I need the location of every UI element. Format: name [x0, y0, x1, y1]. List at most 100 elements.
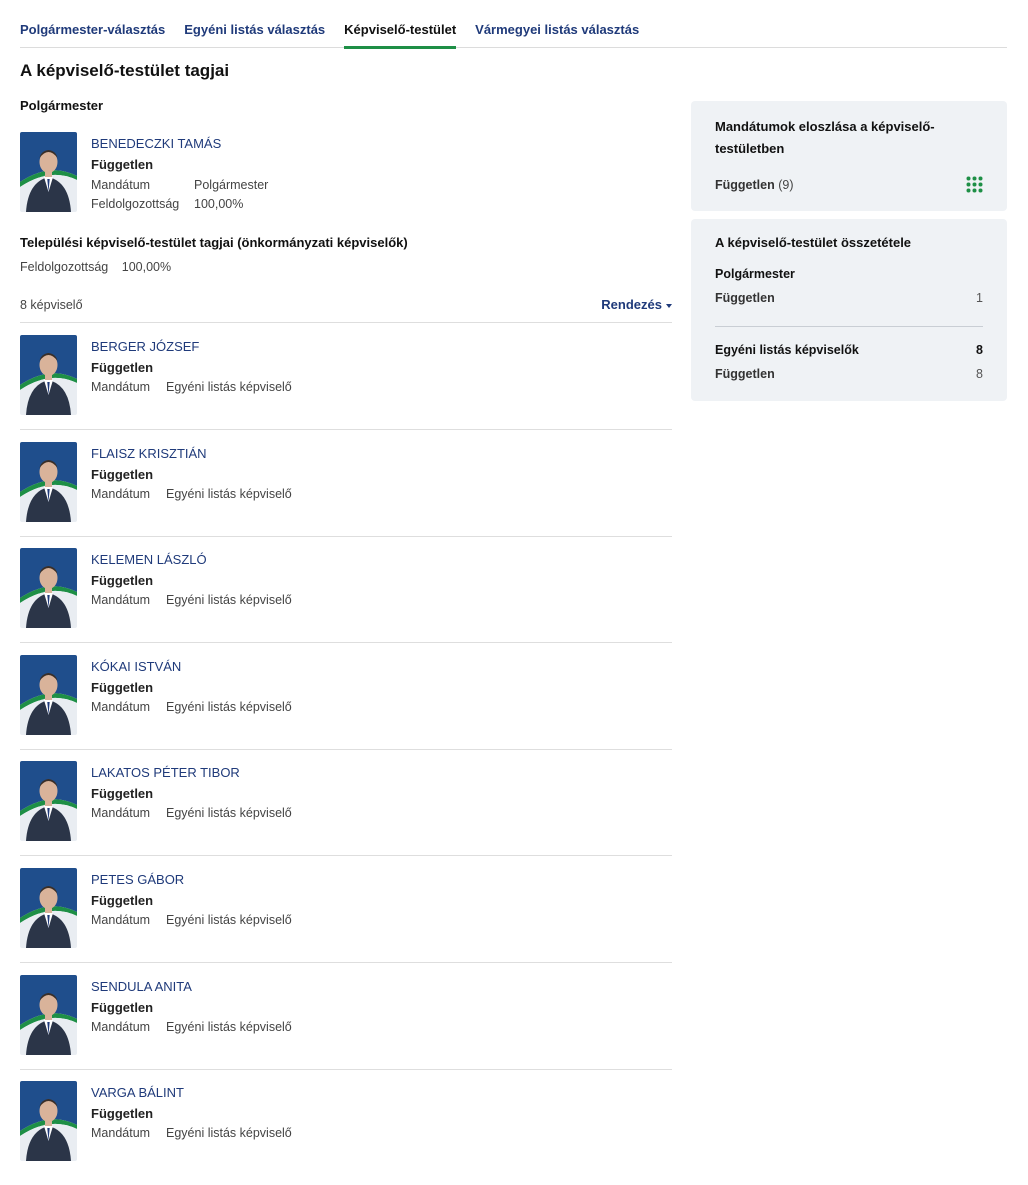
tab-varmegyei-listas-valasztas[interactable]: Vármegyei listás választás: [475, 16, 639, 47]
member-card: SENDULA ANITA Független Mandátum Egyéni lis…: [20, 975, 672, 1057]
mandate-label: Mandátum: [91, 487, 151, 501]
tab-egyeni-listas-valasztas[interactable]: Egyéni listás választás: [184, 16, 325, 47]
member-party: Független: [91, 1106, 154, 1121]
processed-label: Feldolgozottság: [20, 260, 109, 274]
member-photo: [20, 1081, 77, 1161]
member-mandate-row: Mandátum Egyéni listás képviselő: [91, 487, 292, 501]
mandate-label: Mandátum: [91, 178, 151, 192]
divider: [20, 322, 672, 323]
member-name-link[interactable]: FLAISZ KRISZTIÁN: [91, 446, 207, 461]
member-photo: [20, 868, 77, 948]
mandate-value: Egyéni listás képviselő: [166, 1126, 292, 1140]
party-count: 1: [976, 291, 983, 305]
divider: [20, 429, 672, 430]
member-card: VARGA BÁLINT Független Mandátum Egyéni list…: [20, 1081, 672, 1163]
member-party: Független: [91, 786, 154, 801]
member-name-link[interactable]: KELEMEN LÁSZLÓ: [91, 552, 207, 567]
member-mandate-row: Mandátum Egyéni listás képviselő: [91, 806, 292, 820]
mandate-label: Mandátum: [91, 380, 151, 394]
composition-mayor-row: Független 1: [715, 291, 983, 305]
council-processed-row: Feldolgozottság 100,00%: [20, 260, 171, 274]
mandate-value: Polgármester: [194, 178, 269, 192]
grid-dots-icon[interactable]: [966, 176, 983, 193]
processed-value: 100,00%: [121, 260, 172, 274]
composition-mayor-heading: Polgármester: [715, 267, 795, 281]
divider: [715, 326, 983, 327]
member-card: FLAISZ KRISZTIÁN Független Mandátum Egyéni …: [20, 442, 672, 524]
divider: [20, 855, 672, 856]
mayor-name-link[interactable]: BENEDECZKI TAMÁS: [91, 136, 221, 151]
member-mandate-row: Mandátum Egyéni listás képviselő: [91, 380, 292, 394]
member-card: LAKATOS PÉTER TIBOR Független Mandátum Egyé…: [20, 761, 672, 843]
council-heading: Települési képviselő-testület tagjai (ön…: [20, 235, 408, 250]
member-party: Független: [91, 680, 154, 695]
member-name-link[interactable]: BERGER JÓZSEF: [91, 339, 199, 354]
mandate-value: Egyéni listás képviselő: [166, 487, 292, 501]
tab-kepviselo-testulet[interactable]: Képviselő-testület: [344, 16, 456, 49]
processed-value: 100,00%: [194, 197, 244, 211]
member-name-link[interactable]: KÓKAI ISTVÁN: [91, 659, 181, 674]
distribution-row: Független (9): [715, 178, 983, 192]
member-photo: [20, 548, 77, 628]
composition-title: A képviselő-testület összetétele: [715, 235, 912, 250]
mandate-label: Mandátum: [91, 700, 151, 714]
distribution-panel: Mandátumok eloszlása a képviselő-testüle…: [691, 101, 1007, 211]
party-name: Független: [715, 367, 775, 381]
divider: [20, 749, 672, 750]
member-name-link[interactable]: LAKATOS PÉTER TIBOR: [91, 765, 240, 780]
party-name: Független: [715, 291, 775, 305]
member-mandate-row: Mandátum Egyéni listás képviselő: [91, 1020, 292, 1034]
member-card: KÓKAI ISTVÁN Független Mandátum Egyéni list…: [20, 655, 672, 737]
party-name: Független: [715, 178, 775, 192]
mandate-label: Mandátum: [91, 1126, 151, 1140]
mayor-heading: Polgármester: [20, 98, 104, 113]
tab-bar: Polgármester-választás Egyéni listás vál…: [20, 16, 1007, 49]
mandate-label: Mandátum: [91, 913, 151, 927]
list-heading: Egyéni listás képviselők: [715, 343, 859, 357]
member-party: Független: [91, 893, 154, 908]
divider: [20, 536, 672, 537]
member-party: Független: [91, 360, 154, 375]
processed-label: Feldolgozottság: [91, 197, 180, 211]
member-count: 8 képviselő: [20, 298, 83, 312]
composition-panel: A képviselő-testület összetétele Polgárm…: [691, 219, 1007, 401]
mayor-card: BENEDECZKI TAMÁS Független Mandátum Polgá…: [20, 132, 672, 212]
member-photo: [20, 335, 77, 415]
mayor-photo: [20, 132, 77, 212]
member-photo: [20, 442, 77, 522]
member-name-link[interactable]: PETES GÁBOR: [91, 872, 184, 887]
member-mandate-row: Mandátum Egyéni listás képviselő: [91, 593, 292, 607]
member-card: KELEMEN LÁSZLÓ Független Mandátum Egyéni li…: [20, 548, 672, 630]
member-party: Független: [91, 1000, 154, 1015]
member-photo: [20, 655, 77, 735]
distribution-title: Mandátumok eloszlása a képviselő-testüle…: [715, 119, 935, 156]
member-photo: [20, 975, 77, 1055]
mandate-value: Egyéni listás képviselő: [166, 593, 292, 607]
member-name-link[interactable]: SENDULA ANITA: [91, 979, 192, 994]
member-party: Független: [91, 573, 154, 588]
member-party: Független: [91, 467, 154, 482]
mandate-label: Mandátum: [91, 1020, 151, 1034]
member-mandate-row: Mandátum Egyéni listás képviselő: [91, 700, 292, 714]
tab-polgarmester-valasztas[interactable]: Polgármester-választás: [20, 16, 165, 47]
mandate-value: Egyéni listás képviselő: [166, 380, 292, 394]
sort-dropdown[interactable]: Rendezés: [601, 297, 672, 312]
composition-list-heading-row: Egyéni listás képviselők 8: [715, 343, 983, 357]
mayor-mandate-row: Mandátum Polgármester: [91, 178, 268, 192]
caret-down-icon: [666, 303, 672, 308]
mandate-value: Egyéni listás képviselő: [166, 1020, 292, 1034]
party-count: (9): [778, 178, 794, 192]
member-mandate-row: Mandátum Egyéni listás képviselő: [91, 913, 292, 927]
mandate-value: Egyéni listás képviselő: [166, 806, 292, 820]
party-count: 8: [976, 367, 983, 381]
divider: [20, 1069, 672, 1070]
sort-label: Rendezés: [601, 297, 662, 312]
mandate-label: Mandátum: [91, 593, 151, 607]
list-total: 8: [976, 343, 983, 357]
page-title: A képviselő-testület tagjai: [20, 61, 230, 80]
member-photo: [20, 761, 77, 841]
mandate-label: Mandátum: [91, 806, 151, 820]
member-name-link[interactable]: VARGA BÁLINT: [91, 1085, 184, 1100]
divider: [20, 962, 672, 963]
member-mandate-row: Mandátum Egyéni listás képviselő: [91, 1126, 292, 1140]
